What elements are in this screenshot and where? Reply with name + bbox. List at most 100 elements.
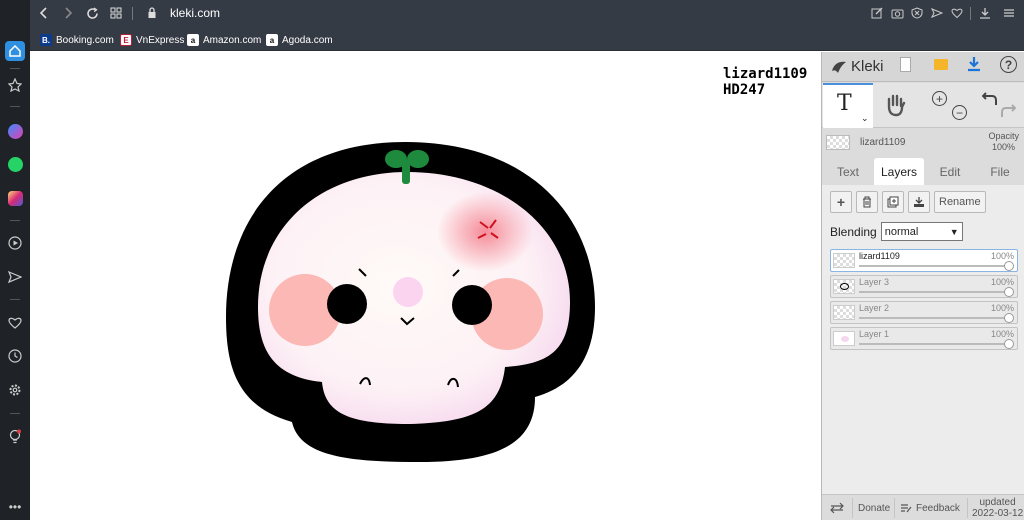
donate-link[interactable]: Donate <box>858 495 890 521</box>
opacity-slider[interactable] <box>859 343 1013 345</box>
bookmark-vnexpress[interactable]: E VnExpress <box>120 32 184 48</box>
delete-layer-button[interactable] <box>856 191 878 213</box>
panel-tabs: Text Layers Edit File <box>822 158 1024 185</box>
address-bar[interactable]: kleki.com <box>170 6 220 20</box>
amazon-icon: a <box>187 34 199 46</box>
whatsapp-icon[interactable] <box>5 154 25 174</box>
layer-item[interactable]: Layer 1 100% <box>830 327 1018 350</box>
send-tab-icon[interactable] <box>928 4 946 22</box>
text-tool[interactable]: T ⌄ <box>823 83 873 128</box>
help-icon[interactable]: ? <box>1000 56 1017 73</box>
updated-info[interactable]: updated 2022-03-12 <box>972 495 1023 521</box>
layer-thumbnail <box>833 305 855 320</box>
shield-icon[interactable] <box>908 4 926 22</box>
forward-icon[interactable] <box>59 4 77 22</box>
feedback-link[interactable]: Feedback <box>900 495 960 521</box>
merge-layer-button[interactable] <box>908 191 930 213</box>
layer-item[interactable]: Layer 2 100% <box>830 301 1018 324</box>
duplicate-layer-button[interactable] <box>882 191 904 213</box>
new-file-icon[interactable] <box>900 57 911 72</box>
blending-select[interactable]: normal ▼ <box>880 222 963 241</box>
zoom-in-icon[interactable]: + <box>932 91 947 106</box>
edit-icon[interactable] <box>868 4 886 22</box>
more-icon[interactable]: ••• <box>5 497 25 517</box>
reload-icon[interactable] <box>83 4 101 22</box>
download-icon[interactable] <box>976 4 994 22</box>
folder-icon[interactable] <box>934 59 948 70</box>
bookmark-label: VnExpress <box>136 34 185 46</box>
back-icon[interactable] <box>35 4 53 22</box>
opacity-slider[interactable] <box>859 265 1013 267</box>
redo-icon[interactable] <box>1000 103 1017 124</box>
heart-icon[interactable] <box>5 313 25 333</box>
kleki-logo: Kleki <box>830 58 884 75</box>
blending-label: Blending <box>830 224 877 239</box>
merge-down-icon <box>914 197 924 207</box>
opacity-label: Opacity <box>988 131 1019 141</box>
opacity-slider-handle[interactable] <box>1004 287 1014 297</box>
bookmark-label: Agoda.com <box>282 34 333 46</box>
layer-name: Layer 3 <box>859 277 890 287</box>
agoda-icon: a <box>266 34 278 46</box>
layer-opacity: 100% <box>990 251 1014 261</box>
opacity-slider-handle[interactable] <box>1004 313 1014 323</box>
opacity-slider-handle[interactable] <box>1004 261 1014 271</box>
download-app-icon[interactable] <box>967 56 981 77</box>
vnexpress-icon: E <box>120 34 132 46</box>
menu-icon[interactable] <box>1000 4 1018 22</box>
kleki-panel: Kleki ? T ⌄ + − lizard1109 Opacity 100% … <box>821 52 1024 520</box>
add-layer-button[interactable]: + <box>830 191 852 213</box>
layer-name: lizard1109 <box>859 251 900 261</box>
undo-icon[interactable] <box>981 91 998 112</box>
layer-item[interactable]: Layer 3 100% <box>830 275 1018 298</box>
panel-header: Kleki ? <box>822 52 1024 82</box>
layer-thumbnail <box>826 135 850 150</box>
favorite-icon[interactable] <box>948 4 966 22</box>
bookmark-label: Booking.com <box>56 34 114 46</box>
layer-item[interactable]: lizard1109 100% <box>830 249 1018 272</box>
swap-sides-icon[interactable] <box>830 495 844 521</box>
feedback-icon <box>901 504 912 513</box>
tab-edit[interactable]: Edit <box>930 158 970 185</box>
browser-sidebar: ••• <box>0 0 30 520</box>
messenger-icon[interactable] <box>5 121 25 141</box>
tab-layers[interactable]: Layers <box>874 158 924 185</box>
instagram-icon[interactable] <box>5 188 25 208</box>
zoom-out-icon[interactable]: − <box>952 105 967 120</box>
bookmark-booking[interactable]: B. Booking.com <box>40 32 114 48</box>
hand-tool-icon[interactable] <box>884 93 906 122</box>
home-icon[interactable] <box>5 41 25 61</box>
layer-actions: + Rename <box>830 191 986 215</box>
chevron-down-icon[interactable]: ⌄ <box>861 113 869 124</box>
bookmark-label: Amazon.com <box>203 34 262 46</box>
updated-date: 2022-03-12 <box>972 508 1024 519</box>
settings-icon[interactable] <box>5 380 25 400</box>
tab-file[interactable]: File <box>980 158 1020 185</box>
plus-icon: + <box>836 194 846 210</box>
trash-icon <box>863 196 871 208</box>
blending-value: normal <box>884 225 919 238</box>
kleki-icon <box>832 61 846 73</box>
blending-control: Blending normal ▼ <box>830 222 963 241</box>
app-name: Kleki <box>851 58 884 75</box>
send-icon[interactable] <box>5 267 25 287</box>
layer-opacity: 100% <box>990 303 1014 313</box>
drawing-canvas[interactable]: lizard1109 HD247 <box>30 52 821 520</box>
tips-icon[interactable] <box>5 427 25 447</box>
opacity-value: 100% <box>991 142 1015 152</box>
opacity-slider[interactable] <box>859 317 1013 319</box>
bookmark-amazon[interactable]: a Amazon.com <box>187 32 261 48</box>
history-icon[interactable] <box>5 346 25 366</box>
bookmark-agoda[interactable]: a Agoda.com <box>266 32 333 48</box>
layer-name: Layer 2 <box>859 303 890 313</box>
tab-text[interactable]: Text <box>828 158 868 185</box>
camera-icon[interactable] <box>888 4 906 22</box>
grid-icon[interactable] <box>107 4 125 22</box>
drawing-artwork <box>226 142 595 462</box>
text-tool-icon: T <box>837 91 852 116</box>
rename-button[interactable]: Rename <box>934 191 986 213</box>
opacity-slider[interactable] <box>859 291 1013 293</box>
star-icon[interactable] <box>5 75 25 95</box>
player-icon[interactable] <box>5 233 25 253</box>
opacity-slider-handle[interactable] <box>1004 339 1014 349</box>
